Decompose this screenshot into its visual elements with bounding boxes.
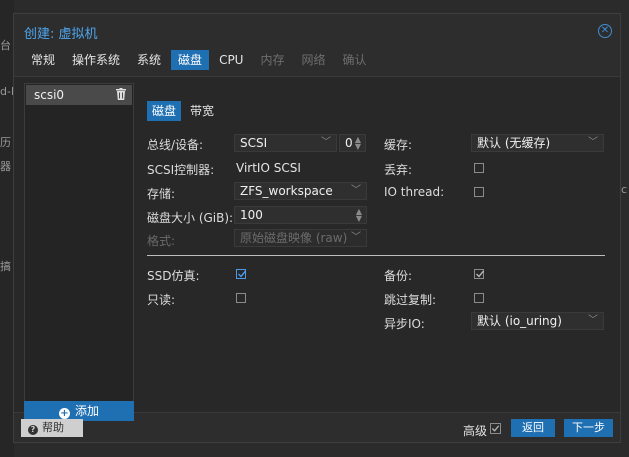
- dialog-body: scsi0 + 添加 磁盘 带宽 总线/设备: SCSI ﹀ 0 ▲ ▼ SCS…: [14, 76, 620, 421]
- help-icon: ?: [28, 425, 38, 435]
- bus-select-value: SCSI: [240, 136, 268, 150]
- backup-checkbox[interactable]: [474, 269, 485, 279]
- background-text: d-l: [0, 85, 15, 98]
- scsi-controller-value: VirtIO SCSI: [236, 161, 301, 175]
- scsi-controller-label: SCSI控制器:: [147, 163, 215, 177]
- chevron-down-icon: ﹀: [321, 137, 331, 148]
- skip-replication-label: 跳过复制:: [384, 293, 437, 307]
- format-select-value: 原始磁盘映像 (raw): [240, 231, 348, 245]
- readonly-checkbox[interactable]: [236, 293, 246, 303]
- tab-disks[interactable]: 磁盘: [171, 50, 210, 70]
- cache-select-value: 默认 (无缓存): [477, 136, 551, 150]
- storage-label: 存储:: [147, 187, 176, 201]
- chevron-down-icon: ﹀: [351, 185, 361, 196]
- iothread-label: IO thread:: [384, 185, 445, 199]
- subtab-bandwidth[interactable]: 带宽: [185, 101, 219, 121]
- background-sidebar: [0, 0, 14, 457]
- ssd-emulation-label: SSD仿真:: [147, 269, 200, 283]
- background-text: c: [621, 183, 628, 196]
- device-number-value: 0: [345, 136, 353, 150]
- backup-label: 备份:: [384, 269, 413, 283]
- skip-replication-checkbox[interactable]: [474, 293, 484, 303]
- subtab-disk[interactable]: 磁盘: [147, 101, 182, 121]
- tab-memory: 内存: [260, 53, 285, 67]
- cache-select[interactable]: 默认 (无缓存) ﹀: [471, 134, 604, 152]
- disk-subtabs: 磁盘 带宽: [147, 101, 223, 121]
- tab-cpu[interactable]: CPU: [212, 50, 250, 70]
- async-io-label: 异步IO:: [384, 317, 425, 331]
- bus-device-label: 总线/设备:: [147, 138, 204, 152]
- disk-item-label: scsi0: [34, 88, 65, 102]
- storage-select-value: ZFS_workspace: [240, 184, 333, 198]
- chevron-down-icon: ﹀: [588, 137, 598, 148]
- create-vm-dialog: 创建: 虚拟机 ✕ 常规 操作系统 系统 磁盘 CPU 内存 网络 确认 scs…: [13, 13, 621, 443]
- background-text: 搞: [0, 260, 11, 273]
- wizard-tabs: 常规 操作系统 系统 磁盘 CPU 内存 网络 确认: [24, 50, 377, 70]
- advanced-label: 高级: [463, 424, 488, 438]
- discard-label: 丢弃:: [384, 163, 413, 177]
- disk-size-value: 100: [240, 208, 263, 222]
- chevron-down-icon: ﹀: [588, 315, 598, 326]
- next-button[interactable]: 下一步: [564, 419, 613, 437]
- disk-list-item[interactable]: scsi0: [26, 85, 132, 105]
- iothread-checkbox[interactable]: [474, 187, 484, 197]
- tab-confirm: 确认: [342, 53, 367, 67]
- ssd-emulation-checkbox[interactable]: [236, 269, 247, 279]
- format-label: 格式:: [147, 234, 176, 248]
- chevron-down-icon: ﹀: [351, 232, 361, 243]
- disk-size-label: 磁盘大小 (GiB):: [147, 211, 234, 225]
- checkmark-icon: [476, 270, 485, 278]
- async-io-select[interactable]: 默认 (io_uring) ﹀: [471, 312, 604, 330]
- dialog-title: 创建: 虚拟机: [24, 27, 98, 42]
- back-button[interactable]: 返回: [511, 419, 555, 437]
- dialog-title-bar: 创建: 虚拟机 ✕: [14, 14, 620, 48]
- background-text: 器: [0, 160, 11, 173]
- device-number-stepper[interactable]: 0 ▲ ▼: [339, 134, 366, 152]
- disk-list: scsi0: [24, 83, 134, 403]
- dialog-footer: ? 帮助 高级 返回 下一步: [14, 412, 620, 442]
- async-io-select-value: 默认 (io_uring): [477, 314, 562, 328]
- tab-os[interactable]: 操作系统: [65, 50, 127, 70]
- storage-select[interactable]: ZFS_workspace ﹀: [234, 182, 367, 200]
- spinner-icon: ▲ ▼: [354, 135, 361, 151]
- disk-size-input[interactable]: 100 ▲ ▼: [234, 206, 367, 224]
- tab-network: 网络: [301, 53, 326, 67]
- background-text: 历: [0, 136, 11, 149]
- readonly-label: 只读:: [147, 293, 176, 307]
- format-select: 原始磁盘映像 (raw) ﹀: [234, 229, 367, 247]
- help-button[interactable]: ? 帮助: [21, 419, 83, 437]
- advanced-checkbox[interactable]: [490, 423, 501, 434]
- cache-label: 缓存:: [384, 138, 413, 152]
- trash-icon[interactable]: [116, 88, 126, 100]
- tab-general[interactable]: 常规: [24, 50, 62, 70]
- spinner-icon: ▲ ▼: [355, 207, 362, 223]
- checkmark-icon: [238, 270, 247, 278]
- background-text: 台: [0, 39, 11, 52]
- discard-checkbox[interactable]: [474, 163, 484, 173]
- close-icon[interactable]: ✕: [598, 24, 612, 38]
- section-divider: [147, 255, 605, 256]
- bus-select[interactable]: SCSI ﹀: [234, 134, 337, 152]
- checkmark-icon: [491, 425, 500, 432]
- tab-system[interactable]: 系统: [130, 50, 168, 70]
- help-button-label: 帮助: [42, 421, 64, 434]
